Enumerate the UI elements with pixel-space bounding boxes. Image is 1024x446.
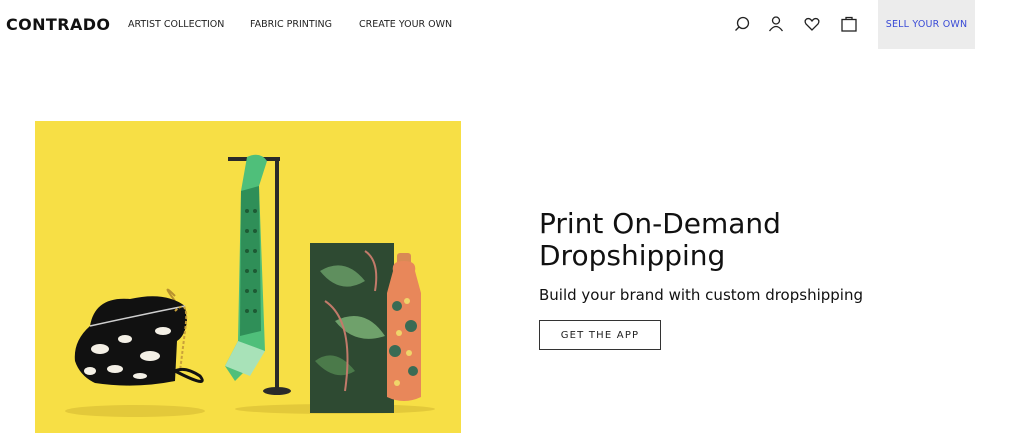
search-icon[interactable] xyxy=(732,14,752,34)
hero-title-line-2: Dropshipping xyxy=(539,239,726,272)
hero-product-image xyxy=(35,121,461,433)
hero-title-line-1: Print On-Demand xyxy=(539,207,781,240)
nav-fabric-printing[interactable]: FABRIC PRINTING xyxy=(250,19,332,30)
hero-subtitle: Build your brand with custom dropshippin… xyxy=(539,286,863,304)
sell-your-own-button[interactable]: SELL YOUR OWN xyxy=(878,0,975,49)
nav-create-your-own[interactable]: CREATE YOUR OWN xyxy=(359,19,452,30)
site-logo[interactable]: CONTRADO xyxy=(6,15,110,34)
hero-title: Print On-Demand Dropshipping xyxy=(539,208,869,272)
site-header: CONTRADO ARTIST COLLECTION FABRIC PRINTI… xyxy=(0,0,1024,49)
get-the-app-button[interactable]: GET THE APP xyxy=(539,320,661,350)
account-icon[interactable] xyxy=(766,14,786,34)
wishlist-heart-icon[interactable] xyxy=(802,14,822,34)
basket-icon[interactable] xyxy=(839,14,859,34)
nav-artist-collection[interactable]: ARTIST COLLECTION xyxy=(128,19,224,30)
